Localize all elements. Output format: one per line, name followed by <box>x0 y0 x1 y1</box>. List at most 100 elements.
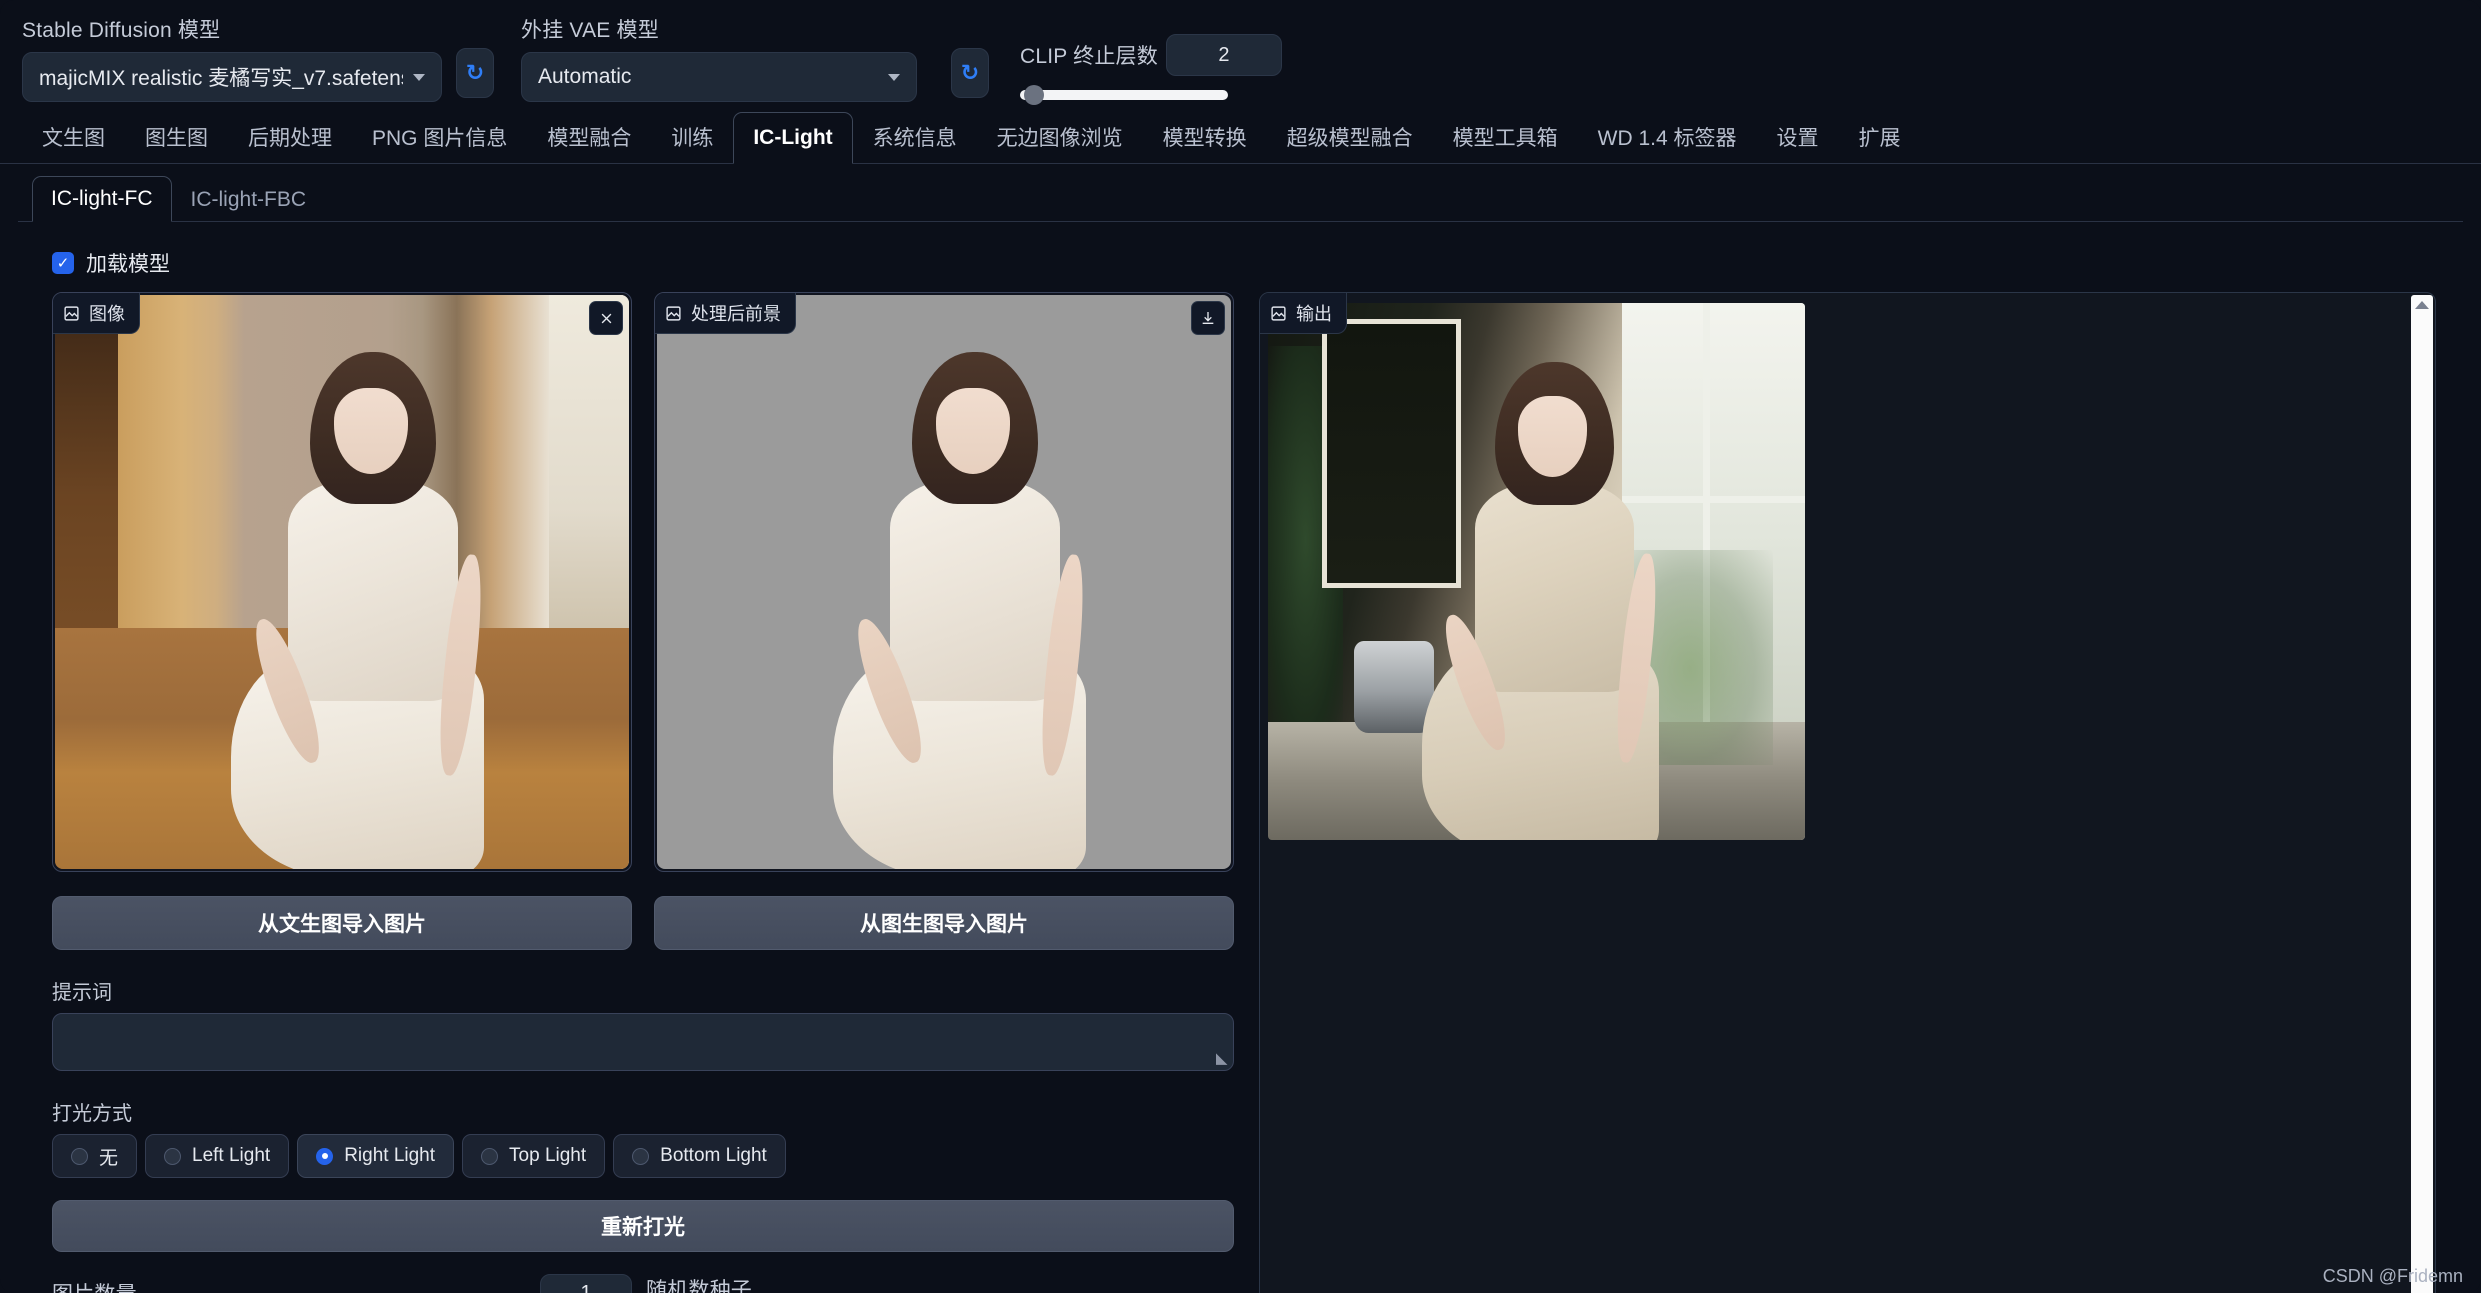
scroll-up-arrow-icon[interactable] <box>2415 301 2429 309</box>
input-image-panel[interactable]: 图像 <box>52 292 632 872</box>
refresh-icon: ↻ <box>466 62 484 84</box>
vae-model-dropdown[interactable]: Automatic <box>521 52 917 102</box>
lighting-option-none[interactable]: 无 <box>52 1134 137 1178</box>
load-model-label: 加载模型 <box>86 248 170 278</box>
radio-dot-icon <box>632 1148 649 1165</box>
tab-checkpoint-merger[interactable]: 模型融合 <box>527 113 651 164</box>
foreground-image-download-button[interactable] <box>1191 301 1225 335</box>
tab-train[interactable]: 训练 <box>651 113 733 164</box>
relight-button[interactable]: 重新打光 <box>52 1200 1234 1252</box>
check-icon: ✓ <box>57 256 70 271</box>
clip-skip-label: CLIP 终止层数 <box>1020 40 1158 70</box>
import-from-txt2img-button[interactable]: 从文生图导入图片 <box>52 896 632 950</box>
input-image-preview <box>55 295 629 869</box>
image-count-group: 图片数量 1 <box>52 1274 632 1293</box>
resize-grip-icon[interactable]: ◢ <box>1216 1049 1228 1067</box>
sub-tab-ic-light-fc[interactable]: IC-light-FC <box>32 176 172 222</box>
output-panel-scrollbar[interactable] <box>2411 295 2433 1293</box>
vae-model-refresh-button[interactable]: ↻ <box>951 48 989 98</box>
image-count-input[interactable]: 1 <box>540 1274 632 1293</box>
sd-model-dropdown[interactable]: majicMIX realistic 麦橘写实_v7.safetensors [… <box>22 52 442 102</box>
load-model-row: ✓ 加载模型 <box>52 248 2463 278</box>
output-image-badge-label: 输出 <box>1296 300 1332 326</box>
sd-model-refresh-button[interactable]: ↻ <box>456 48 494 98</box>
input-image-clear-button[interactable] <box>589 301 623 335</box>
lighting-option-left-light[interactable]: Left Light <box>145 1134 289 1178</box>
clip-skip-slider-knob[interactable] <box>1024 85 1044 105</box>
tab-png-info[interactable]: PNG 图片信息 <box>352 113 527 164</box>
prompt-input[interactable]: ◢ <box>52 1013 1234 1071</box>
sub-tab-ic-light-fbc[interactable]: IC-light-FBC <box>172 177 326 222</box>
load-model-checkbox[interactable]: ✓ <box>52 252 74 274</box>
input-image-badge-label: 图像 <box>89 300 125 326</box>
lighting-option-top-light-label: Top Light <box>509 1145 586 1167</box>
tab-supermerger[interactable]: 超级模型融合 <box>1267 113 1433 164</box>
input-image-inner <box>55 295 629 869</box>
tab-infinite-image-browsing[interactable]: 无边图像浏览 <box>977 113 1143 164</box>
foreground-image-preview <box>657 295 1231 869</box>
output-kettle <box>1354 641 1435 732</box>
tab-model-converter[interactable]: 模型转换 <box>1143 113 1267 164</box>
seed-label: 随机数种子 <box>646 1279 752 1293</box>
tab-img2img[interactable]: 图生图 <box>125 113 228 164</box>
radio-dot-icon <box>316 1148 333 1165</box>
image-icon <box>1270 305 1287 322</box>
input-figure <box>262 352 480 857</box>
foreground-image-badge-label: 处理后前景 <box>691 300 781 326</box>
output-image-badge: 输出 <box>1260 293 1347 334</box>
top-toolbar: Stable Diffusion 模型 majicMIX realistic 麦… <box>0 0 2481 112</box>
lighting-option-right-light[interactable]: Right Light <box>297 1134 454 1178</box>
chevron-down-icon <box>888 74 900 81</box>
watermark: CSDN @Fridemn <box>2323 1266 2463 1287</box>
clip-skip-value-input[interactable]: 2 <box>1166 34 1282 76</box>
radio-dot-icon <box>164 1148 181 1165</box>
vae-model-value: Automatic <box>538 65 878 89</box>
image-icon <box>665 305 682 322</box>
input-image-badge: 图像 <box>53 293 140 334</box>
ic-light-content: IC-light-FC IC-light-FBC ✓ 加载模型 <box>18 170 2463 1275</box>
figure-body <box>288 479 458 701</box>
tab-extras[interactable]: 后期处理 <box>228 113 352 164</box>
lighting-option-right-light-label: Right Light <box>344 1145 435 1167</box>
columns: 图像 <box>18 292 2463 1293</box>
close-icon <box>599 311 614 326</box>
chevron-down-icon <box>413 74 425 81</box>
lighting-radio-group: 无 Left Light Right Light Top Light <box>52 1134 1237 1178</box>
tab-txt2img[interactable]: 文生图 <box>22 113 125 164</box>
refresh-icon: ↻ <box>961 62 979 84</box>
seed-group: 随机数种子 114514 <box>646 1274 1234 1293</box>
lighting-option-bottom-light[interactable]: Bottom Light <box>613 1134 786 1178</box>
radio-dot-icon <box>71 1148 88 1165</box>
foreground-image-panel[interactable]: 处理后前景 <box>654 292 1234 872</box>
lighting-label: 打光方式 <box>52 1097 1237 1126</box>
vae-model-label: 外挂 VAE 模型 <box>521 14 917 44</box>
sd-model-group: Stable Diffusion 模型 majicMIX realistic 麦… <box>22 14 442 102</box>
foreground-figure <box>864 352 1082 857</box>
lighting-option-top-light[interactable]: Top Light <box>462 1134 605 1178</box>
left-column: 图像 <box>52 292 1237 1293</box>
import-button-row: 从文生图导入图片 从图生图导入图片 <box>52 896 1237 950</box>
clip-skip-group: CLIP 终止层数 2 <box>1020 34 1282 100</box>
sd-model-label: Stable Diffusion 模型 <box>22 14 442 44</box>
image-count-header: 图片数量 1 <box>52 1274 632 1293</box>
image-icon <box>63 305 80 322</box>
sd-model-value: majicMIX realistic 麦橘写实_v7.safetensors [… <box>39 62 403 92</box>
output-image-preview[interactable] <box>1268 303 1805 840</box>
tab-extensions[interactable]: 扩展 <box>1839 113 1921 164</box>
bottom-controls-row: 图片数量 1 随机数种子 114514 <box>52 1274 1237 1293</box>
sub-tab-bar: IC-light-FC IC-light-FBC <box>18 170 2463 222</box>
tab-settings[interactable]: 设置 <box>1757 113 1839 164</box>
figure-body <box>890 479 1060 701</box>
app-window: Stable Diffusion 模型 majicMIX realistic 麦… <box>0 0 2481 1293</box>
tab-model-toolkit[interactable]: 模型工具箱 <box>1433 113 1578 164</box>
image-count-label: 图片数量 <box>52 1278 137 1293</box>
output-figure <box>1451 362 1655 840</box>
right-column: 输出 <box>1259 292 2436 1293</box>
tab-ic-light[interactable]: IC-Light <box>733 112 852 164</box>
figure-body <box>1475 482 1634 692</box>
tab-system-info[interactable]: 系统信息 <box>853 113 977 164</box>
tab-wd-tagger[interactable]: WD 1.4 标签器 <box>1578 113 1757 164</box>
import-from-img2img-button[interactable]: 从图生图导入图片 <box>654 896 1234 950</box>
clip-skip-slider[interactable] <box>1020 90 1228 100</box>
radio-dot-icon <box>481 1148 498 1165</box>
